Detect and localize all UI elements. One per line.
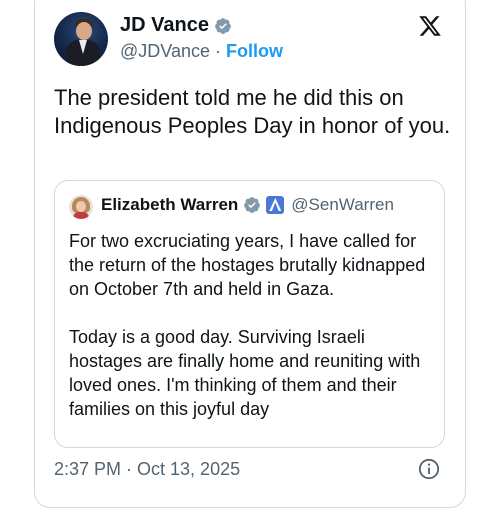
x-logo-icon[interactable] — [417, 14, 443, 38]
quote-verified-badge-icon — [244, 197, 261, 213]
follow-button[interactable]: Follow — [226, 41, 283, 61]
author-name-row[interactable]: JD Vance — [120, 14, 232, 37]
author-avatar[interactable] — [54, 12, 108, 66]
tweet-timestamp[interactable]: 2:37 PM · Oct 13, 2025 — [54, 459, 240, 480]
quote-text: For two excruciating years, I have calle… — [69, 231, 426, 419]
quoted-tweet[interactable]: Elizabeth Warren @SenWarren For two excr… — [54, 180, 445, 448]
quote-header: Elizabeth Warren @SenWarren — [101, 195, 394, 215]
author-handle[interactable]: @JDVance — [120, 41, 210, 61]
author-handle-row: @JDVance · Follow — [120, 41, 283, 62]
info-icon[interactable] — [418, 458, 440, 480]
handle-separator: · — [215, 41, 221, 61]
author-name[interactable]: JD Vance — [120, 14, 209, 37]
tweet-text: The president told me he did this on Ind… — [54, 85, 451, 138]
quote-author-handle[interactable]: @SenWarren — [291, 195, 394, 215]
quote-author-name[interactable]: Elizabeth Warren — [101, 195, 238, 215]
verified-badge-icon — [215, 17, 231, 34]
quote-author-avatar[interactable] — [69, 195, 93, 219]
government-badge-icon — [266, 196, 285, 214]
